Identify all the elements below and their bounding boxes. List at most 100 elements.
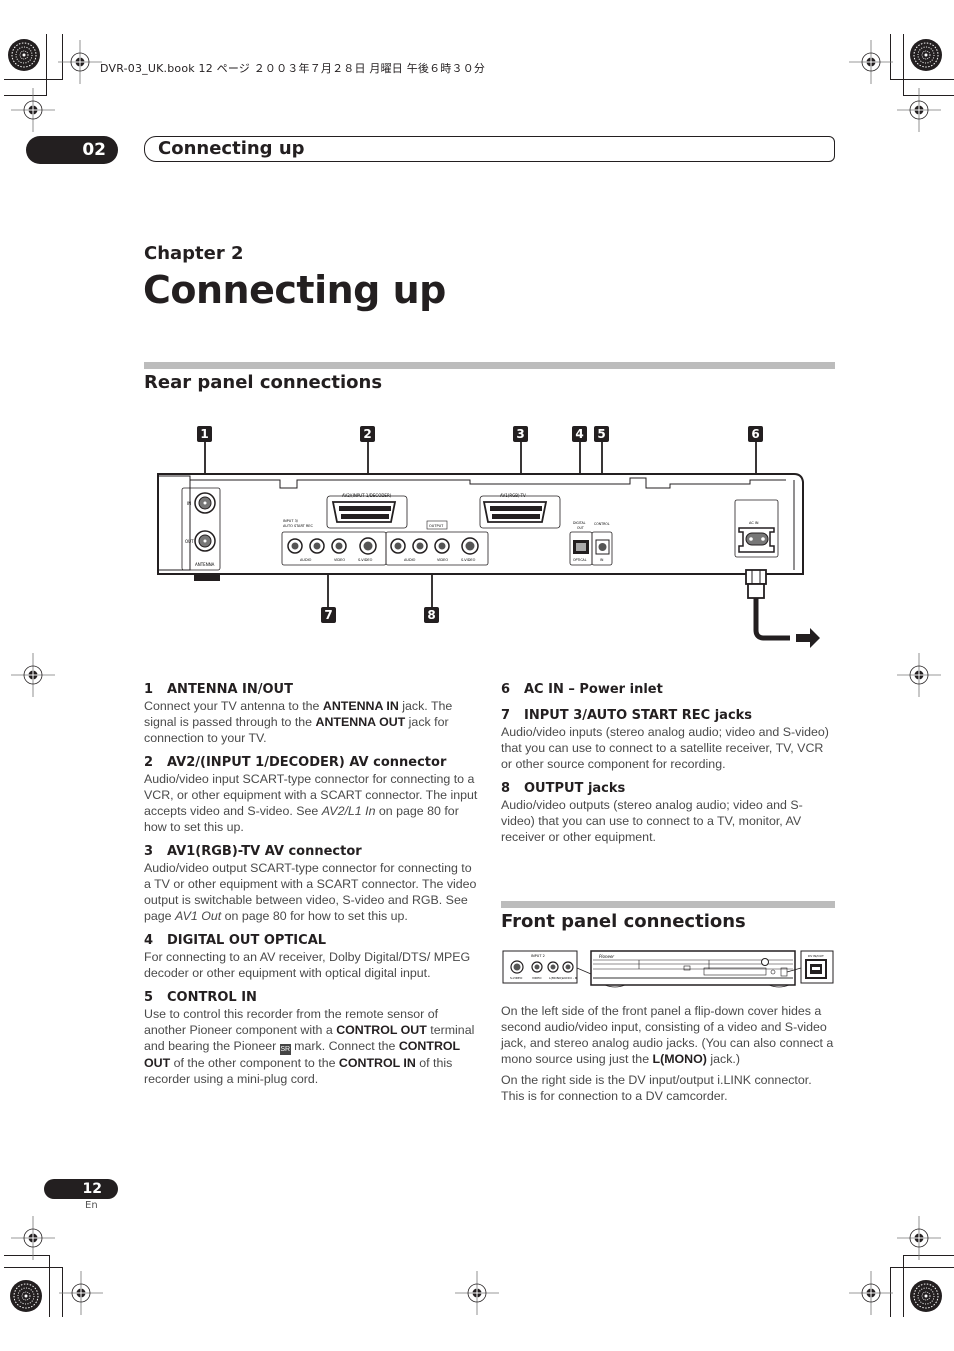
chapter-header-title: Connecting up: [158, 138, 305, 159]
registration-mark-icon: [10, 1215, 56, 1261]
audio-r-label: AUDIO - R: [562, 976, 577, 980]
rear-panel-heading: Rear panel connections: [144, 372, 383, 393]
bold-term: ANTENNA OUT: [315, 715, 406, 729]
item-title-text: INPUT 3/AUTO START REC jacks: [524, 708, 753, 723]
text-run: Audio/video outputs (stereo analog audio…: [501, 798, 803, 844]
registration-mark-icon: [896, 652, 942, 698]
registration-mark-icon: [454, 1270, 500, 1316]
connection-item-body: Use to control this recorder from the re…: [144, 1006, 479, 1087]
front-panel-illustration: INPUT 2 S-VIDEO VIDEO L(MONO) AUDIO - R …: [502, 950, 834, 988]
text-run: On the right side is the DV input/output…: [501, 1073, 812, 1103]
connection-item-title: 6 AC IN – Power inlet: [501, 682, 836, 698]
svideo-label: S-VIDEO: [358, 558, 373, 562]
brand-label: Pioneer: [599, 954, 614, 959]
av1-label: AV1(RGB)-TV: [500, 493, 526, 498]
registration-mark-icon: [848, 39, 894, 85]
dv-label: DV IN/OUT: [808, 954, 824, 958]
text-run: mark. Connect the: [290, 1039, 399, 1053]
registration-mark-icon: [848, 1270, 894, 1316]
item-title-text: ANTENNA IN/OUT: [167, 682, 293, 697]
item-title-text: AV1(RGB)-TV AV connector: [167, 844, 362, 859]
text-run: jack.): [706, 1052, 740, 1066]
italic-term: AV1 Out: [175, 909, 222, 923]
item-title-text: AC IN – Power inlet: [524, 682, 663, 697]
video-label: VIDEO: [437, 558, 448, 562]
section-rule: [501, 901, 835, 908]
print-header: DVR-03_UK.book 12 ページ ２００３年７月２８日 月曜日 午後６…: [100, 62, 486, 75]
page-title: Connecting up: [143, 268, 446, 312]
color-target-icon: [909, 1279, 943, 1313]
connection-item-body: Audio/video input SCART-type connector f…: [144, 771, 479, 835]
item-number: 6: [501, 682, 511, 697]
digital-out-label-2: OUT: [577, 526, 584, 530]
registration-mark-icon: [896, 1215, 942, 1261]
item-number: 8: [501, 781, 511, 796]
front-panel-paragraph: On the right side is the DV input/output…: [501, 1072, 836, 1104]
connection-item-body: Audio/video output SCART-type connector …: [144, 860, 479, 924]
front-panel-paragraph: On the left side of the front panel a fl…: [501, 1003, 836, 1067]
connection-item: 8 OUTPUT jacks Audio/video outputs (stereo…: [501, 781, 836, 845]
video-label: VIDEO: [334, 558, 345, 562]
text-run: on page 80 for how to set this up.: [221, 909, 408, 923]
antenna-out-label: OUT: [185, 539, 194, 544]
front-panel-description: On the left side of the front panel a fl…: [501, 1003, 836, 1109]
control-label: CONTROL: [594, 522, 610, 526]
bold-term: ANTENNA IN: [322, 699, 399, 713]
item-number: 5: [144, 990, 154, 1005]
item-title-text: OUTPUT jacks: [524, 781, 626, 796]
chapter-number-badge: 02: [26, 136, 118, 164]
rear-panel-items-right: 6 AC IN – Power inlet 7 INPUT 3/AUTO START …: [501, 682, 836, 854]
color-target-icon: [9, 1279, 43, 1313]
connection-item: 5 CONTROL IN Use to control this recorder …: [144, 990, 479, 1087]
item-number: 3: [144, 844, 154, 859]
optical-label: OPTICAL: [573, 558, 587, 562]
text-run: Connect your TV antenna to the: [144, 699, 323, 713]
page-language: En: [85, 1200, 98, 1211]
connection-item-title: 1 ANTENNA IN/OUT: [144, 682, 479, 698]
connection-item: 2 AV2/(INPUT 1/DECODER) AV connector Audio…: [144, 755, 479, 835]
connection-item-body: For connecting to an AV receiver, Dolby …: [144, 949, 479, 981]
connection-item-title: 5 CONTROL IN: [144, 990, 479, 1006]
registration-mark-icon: [57, 39, 103, 85]
front-panel-heading: Front panel connections: [501, 911, 746, 932]
input3-label: INPUT 3/: [283, 519, 299, 523]
bold-term: CONTROL OUT: [336, 1023, 427, 1037]
section-rule: [144, 362, 835, 369]
connection-item: 6 AC IN – Power inlet: [501, 682, 836, 698]
color-target-icon: [7, 38, 41, 72]
antenna-label: ANTENNA: [195, 562, 215, 567]
connection-item-body: Connect your TV antenna to the ANTENNA I…: [144, 698, 479, 746]
text-run: of the other component to the: [170, 1056, 339, 1070]
item-title-text: DIGITAL OUT OPTICAL: [167, 933, 327, 948]
input3-label-2: AUTO START REC: [283, 524, 314, 528]
registration-marks: [7, 38, 943, 1316]
item-number: 2: [144, 755, 154, 770]
item-title-text: AV2/(INPUT 1/DECODER) AV connector: [167, 755, 447, 770]
chapter-label: Chapter 2: [144, 243, 244, 264]
registration-mark-icon: [58, 1270, 104, 1316]
rear-panel-illustration: IN OUT ANTENNA AV2/(INPUT 1/DECODER) AV1…: [157, 442, 820, 648]
rear-panel-items-left: 1 ANTENNA IN/OUT Connect your TV antenna t…: [144, 682, 479, 1096]
item-number: 1: [144, 682, 154, 697]
connection-item-title: 8 OUTPUT jacks: [501, 781, 836, 797]
color-target-icon: [909, 38, 943, 72]
page-number-badge: 12: [44, 1179, 118, 1199]
italic-term: AV2/L1 In: [321, 804, 376, 818]
svideo-label: S-VIDEO: [510, 976, 523, 980]
registration-mark-icon: [10, 87, 56, 133]
bold-term: CONTROL IN: [338, 1056, 416, 1070]
connection-item: 4 DIGITAL OUT OPTICAL For connecting to an…: [144, 933, 479, 981]
svideo-label: S-VIDEO: [461, 558, 476, 562]
output-label: OUTPUT: [429, 524, 444, 528]
connection-item-title: 3 AV1(RGB)-TV AV connector: [144, 844, 479, 860]
connection-item: 1 ANTENNA IN/OUT Connect your TV antenna t…: [144, 682, 479, 746]
ac-in-label: AC IN: [749, 521, 759, 525]
digital-out-label: DIGITAL: [573, 521, 586, 525]
connection-item-title: 7 INPUT 3/AUTO START REC jacks: [501, 708, 836, 724]
sr-mark-icon: SR: [279, 1044, 291, 1055]
av2-label: AV2/(INPUT 1/DECODER): [342, 493, 392, 498]
connection-item-body: Audio/video inputs (stereo analog audio;…: [501, 724, 836, 772]
item-number: 4: [144, 933, 154, 948]
video-label: VIDEO: [532, 976, 542, 980]
bold-term: L(MONO): [652, 1052, 707, 1066]
